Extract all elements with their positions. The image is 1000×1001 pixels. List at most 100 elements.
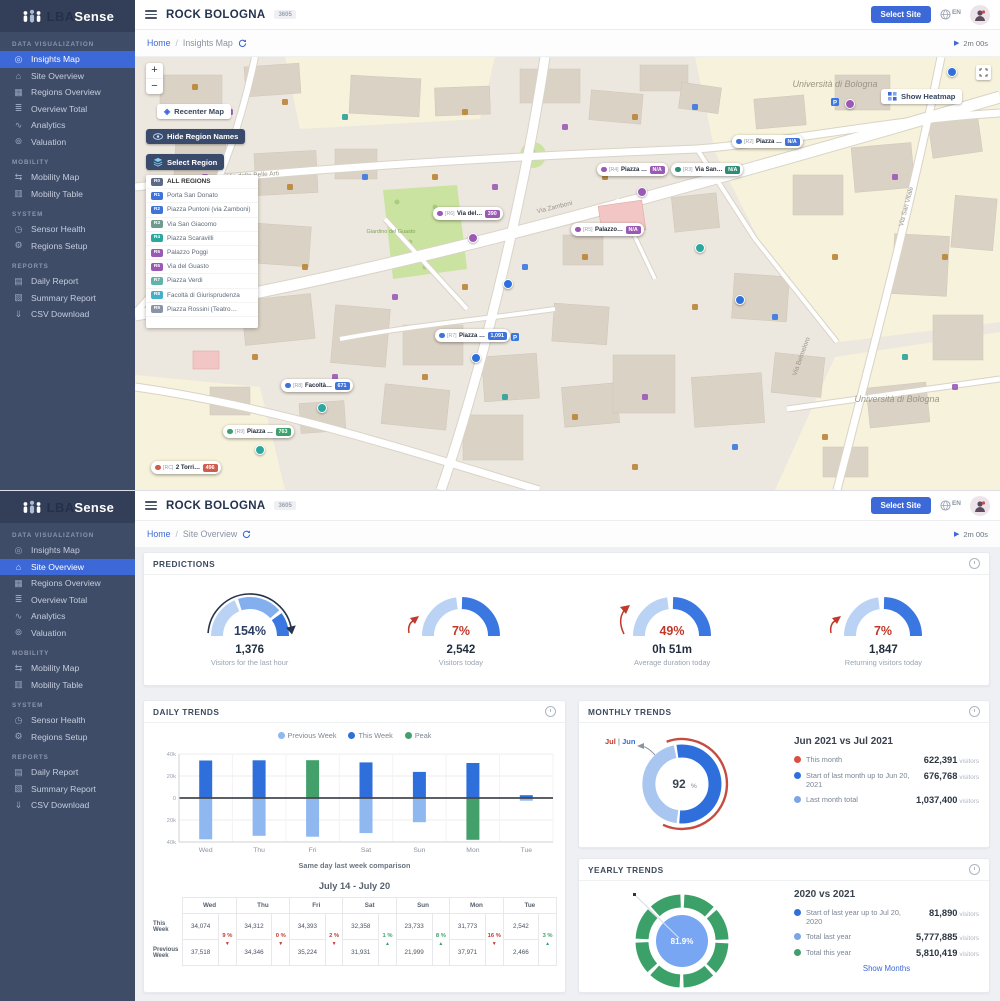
language-switch[interactable]: EN (940, 500, 961, 511)
region-dot-marker[interactable] (317, 403, 327, 413)
breadcrumb-home[interactable]: Home (147, 529, 170, 539)
select-site-button[interactable]: Select Site (871, 6, 931, 23)
refresh-icon[interactable] (238, 39, 247, 48)
sidebar-item-site-overview[interactable]: ⌂Site Overview (0, 559, 135, 576)
sidebar-item-summary-report[interactable]: ▧Summary Report (0, 781, 135, 798)
show-months-link[interactable]: Show Months (794, 964, 979, 973)
sidebar-item-sensor-health[interactable]: ◷Sensor Health (0, 221, 135, 238)
menu-icon[interactable] (145, 499, 157, 512)
region-option-R4[interactable]: R4Piazza Scaravilli (146, 232, 258, 246)
region-dot-marker[interactable] (637, 187, 647, 197)
grid-icon: ▦ (13, 87, 24, 98)
region-dot-marker[interactable] (735, 295, 745, 305)
zoom-out-button[interactable]: − (146, 79, 163, 94)
sidebar-item-regions-overview[interactable]: ▦Regions Overview (0, 575, 135, 592)
region-badge: R8 (151, 291, 163, 299)
select-region-button[interactable]: Select Region (146, 154, 224, 170)
svg-text:P: P (833, 100, 837, 106)
zoom-in-button[interactable]: + (146, 63, 163, 79)
map-marker-R7[interactable]: [R7]Piazza …1,091 (435, 329, 510, 342)
map-marker-R8[interactable]: [R8]Facoltà…671 (281, 379, 353, 392)
region-dot-marker[interactable] (845, 99, 855, 109)
region-option-R0[interactable]: R0ALL REGIONS (146, 175, 258, 189)
marker-code: [R9] (235, 429, 245, 435)
sidebar-item-daily-report[interactable]: ▤Daily Report (0, 764, 135, 781)
sidebar-item-csv-download[interactable]: ⇓CSV Download (0, 797, 135, 814)
user-avatar[interactable] (970, 496, 990, 516)
map-marker-R4[interactable]: [R4]Piazza …N/A (597, 163, 668, 176)
arrow-down-icon: ▼ (327, 941, 342, 947)
show-heatmap-button[interactable]: Show Heatmap (881, 89, 962, 104)
map-canvas[interactable]: PPPUniversità di BolognaUniversità di Bo… (135, 57, 1000, 490)
region-dot-marker[interactable] (255, 445, 265, 455)
legend-label: This month (806, 755, 919, 764)
sidebar-item-regions-overview[interactable]: ▦Regions Overview (0, 84, 135, 101)
marker-name: Piazza … (756, 139, 782, 145)
select-site-button[interactable]: Select Site (871, 497, 931, 514)
map-marker-R5[interactable]: [R5]Palazzo…N/A (571, 223, 644, 236)
row-label: Previous Week (152, 940, 183, 966)
sidebar-item-mobility-table[interactable]: ▥Mobility Table (0, 186, 135, 203)
map-marker-R9[interactable]: [R9]Piazza …763 (223, 425, 294, 438)
collapse-icon[interactable] (969, 706, 980, 717)
sidebar-item-sensor-health[interactable]: ◷Sensor Health (0, 712, 135, 729)
sidebar-item-insights-map[interactable]: ◎Insights Map (0, 51, 135, 68)
region-option-R1[interactable]: R1Porta San Donato (146, 189, 258, 203)
change-cell: 1 %▲ (379, 914, 397, 966)
top-bar: ROCK BOLOGNA 3605 Select Site EN (135, 491, 1000, 521)
region-dot-marker[interactable] (503, 279, 513, 289)
marker-name: Piazza … (247, 429, 273, 435)
region-option-R8[interactable]: R8Facoltà di Giurisprudenza (146, 289, 258, 303)
region-badge: R0 (151, 178, 163, 186)
region-option-R6[interactable]: R6Via del Guasto (146, 260, 258, 274)
language-switch[interactable]: EN (940, 9, 961, 20)
sidebar-item-valuation[interactable]: ⊚Valuation (0, 625, 135, 642)
collapse-icon[interactable] (969, 558, 980, 569)
refresh-icon[interactable] (242, 530, 251, 539)
region-dot-marker[interactable] (695, 243, 705, 253)
map-marker-RC[interactable]: [RC]2 Torri…496 (151, 461, 221, 474)
sidebar-item-analytics[interactable]: ∿Analytics (0, 117, 135, 134)
user-avatar[interactable] (970, 5, 990, 25)
play-icon[interactable]: ▶ (954, 530, 959, 538)
play-icon[interactable]: ▶ (954, 39, 959, 47)
sidebar-item-analytics[interactable]: ∿Analytics (0, 608, 135, 625)
region-dot-marker[interactable] (471, 353, 481, 363)
sidebar-item-overview-total[interactable]: ≣Overview Total (0, 592, 135, 609)
region-dot-marker[interactable] (947, 67, 957, 77)
sidebar-item-label: CSV Download (31, 800, 89, 810)
sidebar-item-insights-map[interactable]: ◎Insights Map (0, 542, 135, 559)
map-marker-R6[interactable]: [R6]Via del…390 (433, 207, 503, 220)
region-option-R3[interactable]: R3Via San Giacomo (146, 218, 258, 232)
region-badge: R7 (151, 277, 163, 285)
region-option-R2[interactable]: R2Piazza Puntoni (via Zamboni) (146, 203, 258, 217)
sidebar-item-mobility-map[interactable]: ⇆Mobility Map (0, 660, 135, 677)
breadcrumb-home[interactable]: Home (147, 38, 170, 48)
sidebar-item-valuation[interactable]: ⊚Valuation (0, 134, 135, 151)
refresh-timer: 2m 00s (963, 39, 988, 48)
menu-icon[interactable] (145, 8, 157, 21)
map-marker-R2[interactable]: [R2]Piazza …N/A (732, 135, 803, 148)
recenter-map-button[interactable]: ◈Recenter Map (157, 104, 231, 119)
collapse-icon[interactable] (969, 864, 980, 875)
sidebar-item-summary-report[interactable]: ▧Summary Report (0, 290, 135, 307)
sidebar-item-label: Overview Total (31, 104, 87, 114)
sidebar-item-mobility-table[interactable]: ▥Mobility Table (0, 677, 135, 694)
sidebar-item-site-overview[interactable]: ⌂Site Overview (0, 68, 135, 85)
daily-trends-card: DAILY TRENDSPrevious WeekThis WeekPeak40… (143, 700, 566, 993)
sidebar-item-mobility-map[interactable]: ⇆Mobility Map (0, 169, 135, 186)
region-option-R5[interactable]: R5Palazzo Poggi (146, 246, 258, 260)
region-dot-marker[interactable] (468, 233, 478, 243)
map-marker-R3[interactable]: [R3]Via San…N/A (671, 163, 743, 176)
fullscreen-button[interactable] (976, 65, 991, 80)
sidebar-item-regions-setup[interactable]: ⚙Regions Setup (0, 729, 135, 746)
sidebar-item-overview-total[interactable]: ≣Overview Total (0, 101, 135, 118)
sidebar-item-daily-report[interactable]: ▤Daily Report (0, 273, 135, 290)
sidebar-item-csv-download[interactable]: ⇓CSV Download (0, 306, 135, 323)
sidebar-item-regions-setup[interactable]: ⚙Regions Setup (0, 238, 135, 255)
region-option-R7[interactable]: R7Piazza Verdi (146, 274, 258, 288)
collapse-icon[interactable] (545, 706, 556, 717)
hide-region-names-button[interactable]: Hide Region Names (146, 129, 245, 144)
region-option-R9[interactable]: R9Piazza Rossini (Teatro… (146, 303, 258, 317)
legend-value: 622,391visitors (924, 755, 979, 765)
